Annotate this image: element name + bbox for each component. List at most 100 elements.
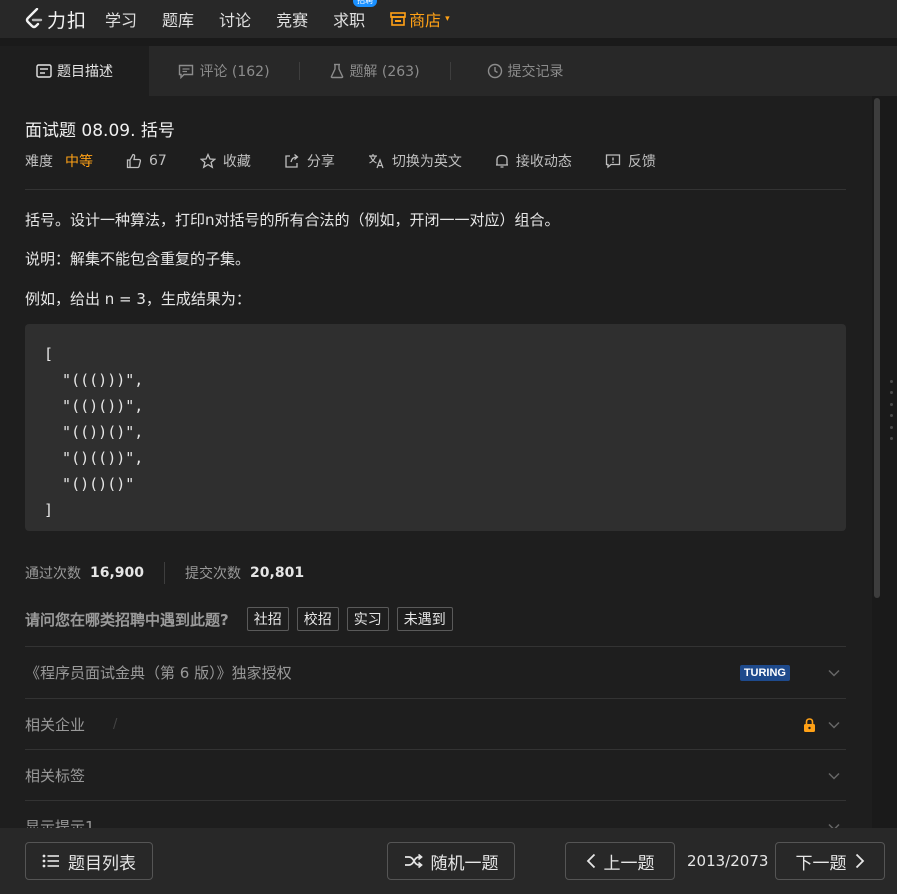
store-icon [390, 12, 406, 26]
stats-divider [164, 562, 166, 584]
submission-stats: 通过次数 16,900 提交次数 20,801 [25, 562, 304, 584]
shuffle-icon [404, 854, 423, 868]
logo[interactable]: 力扣 [24, 6, 87, 33]
resize-handle[interactable] [889, 380, 893, 440]
problem-note: 说明：解集不能包含重复的子集。 [25, 250, 251, 268]
nav-contest[interactable]: 竞赛 [276, 7, 308, 31]
tab-solutions[interactable]: 题解 (263) [300, 46, 450, 96]
nav-learn[interactable]: 学习 [105, 7, 137, 31]
tab-submissions[interactable]: 提交记录 [451, 46, 599, 96]
submitted-label: 提交次数 [185, 566, 242, 582]
switch-language-button[interactable]: 切换为英文 [368, 151, 462, 171]
comment-icon [178, 64, 194, 79]
related-tags-label: 相关标签 [25, 767, 86, 785]
bell-icon [495, 154, 508, 168]
subscribe-button[interactable]: 接收动态 [495, 151, 572, 171]
problem-example-intro: 例如，给出 n = 3，生成结果为： [25, 290, 251, 308]
problem-title: 面试题 08.09. 括号 [25, 121, 175, 141]
nav-discuss[interactable]: 讨论 [219, 7, 251, 31]
thumbs-up-icon [126, 153, 142, 169]
example-code-block: [ "((()))", "(()())", "(())()", "()(())"… [25, 324, 846, 531]
difficulty: 难度 中等 [25, 151, 93, 171]
random-problem-label: 随机一题 [430, 853, 499, 874]
problem-list-button[interactable]: 题目列表 [25, 842, 153, 880]
interview-survey: 请问您在哪类招聘中遇到此题? 社招 校招 实习 未遇到 [25, 607, 461, 631]
related-tags-right [816, 772, 846, 780]
next-problem-button[interactable]: 下一题 [775, 842, 885, 880]
like-button[interactable]: 67 [126, 153, 167, 169]
content-scrollbar[interactable] [874, 98, 880, 598]
related-companies-label: 相关企业 [25, 716, 86, 734]
chevron-down-icon [828, 669, 840, 677]
nav-jobs-label: 求职 [333, 11, 366, 30]
related-companies-right [803, 717, 846, 732]
accepted-label: 通过次数 [25, 566, 81, 582]
subscribe-label: 接收动态 [515, 154, 572, 170]
chip-not-encountered[interactable]: 未遇到 [396, 607, 453, 631]
chip-internship[interactable]: 实习 [346, 607, 389, 631]
book-license-label: 《程序员面试金典（第 6 版）》独家授权 [25, 664, 292, 682]
feedback-icon [605, 154, 620, 169]
book-license-right: TURING [739, 664, 846, 681]
nav-problems[interactable]: 题库 [162, 7, 194, 31]
random-problem-button[interactable]: 随机一题 [387, 842, 515, 880]
nav-jobs[interactable]: 求职 招聘 [333, 0, 378, 31]
share-icon [285, 154, 299, 168]
difficulty-label: 难度 [25, 154, 53, 170]
accepted-count: 16,900 [90, 565, 145, 581]
share-button[interactable]: 分享 [284, 151, 335, 171]
chip-social-hiring[interactable]: 社招 [246, 607, 289, 631]
tab-bar: 题目描述 评论 (162) 题解 (263) 提交记录 [0, 46, 897, 96]
feedback-label: 反馈 [627, 154, 656, 170]
example-code: [ "((()))", "(()())", "(())()", "()(())"… [44, 345, 144, 519]
chevron-right-icon [855, 853, 864, 869]
share-label: 分享 [306, 154, 335, 170]
related-companies-row[interactable]: 相关企业 / [25, 698, 846, 750]
divider [25, 189, 846, 190]
prev-problem-label: 上一题 [603, 853, 655, 874]
translate-icon [368, 154, 384, 169]
chip-campus-hiring[interactable]: 校招 [296, 607, 339, 631]
next-problem-label: 下一题 [795, 853, 847, 874]
related-tags-row[interactable]: 相关标签 [25, 749, 846, 801]
tab-description-label: 题目描述 [57, 64, 113, 80]
chevron-left-icon [586, 853, 595, 869]
turing-logo: TURING [739, 664, 790, 681]
nav-shop[interactable]: 商店 ▾ [390, 7, 450, 31]
submitted-count: 20,801 [250, 565, 305, 581]
tab-description[interactable]: 题目描述 [0, 46, 149, 96]
problem-description: 括号。设计一种算法，打印n对括号的所有合法的（例如，开闭一一对应）组合。 [25, 211, 560, 229]
nav-shop-label: 商店 [409, 11, 442, 30]
logo-text: 力扣 [47, 9, 88, 32]
tab-comments[interactable]: 评论 (162) [149, 46, 299, 96]
book-license-row[interactable]: 《程序员面试金典（第 6 版）》独家授权 TURING [25, 646, 846, 698]
related-companies-sep: / [113, 717, 118, 732]
lock-icon [804, 717, 815, 732]
collect-button[interactable]: 收藏 [199, 151, 251, 171]
caret-down-icon: ▾ [445, 14, 450, 24]
chevron-down-icon [828, 772, 840, 780]
list-icon [42, 854, 59, 868]
flask-icon [330, 63, 344, 79]
star-icon [199, 153, 216, 169]
description-icon [36, 64, 52, 78]
prev-problem-button[interactable]: 上一题 [565, 842, 675, 880]
bottom-bar: 题目列表 随机一题 上一题 2013/2073 下一题 [0, 828, 897, 894]
hint-label: 显示提示1 [25, 818, 95, 828]
problem-position: 2013/2073 [687, 852, 769, 870]
switch-language-label: 切换为英文 [391, 154, 462, 170]
survey-question: 请问您在哪类招聘中遇到此题? [25, 610, 229, 629]
hiring-badge: 招聘 [353, 0, 378, 7]
hint-row[interactable]: 显示提示1 [25, 800, 846, 828]
like-count: 67 [149, 153, 167, 169]
chevron-down-icon [828, 721, 840, 729]
tab-solutions-label: 题解 (263) [349, 64, 420, 80]
top-nav: 力扣 学习 题库 讨论 竞赛 求职 招聘 商店 ▾ [0, 0, 897, 38]
problem-meta-bar: 难度 中等 67 收藏 分享 切换为英文 接收动态 反馈 [25, 151, 689, 171]
leetcode-logo-icon [25, 8, 43, 29]
collect-label: 收藏 [222, 154, 251, 170]
problem-list-label: 题目列表 [68, 853, 136, 874]
feedback-button[interactable]: 反馈 [605, 151, 656, 171]
tab-submissions-label: 提交记录 [507, 64, 564, 80]
clock-icon [487, 63, 503, 79]
